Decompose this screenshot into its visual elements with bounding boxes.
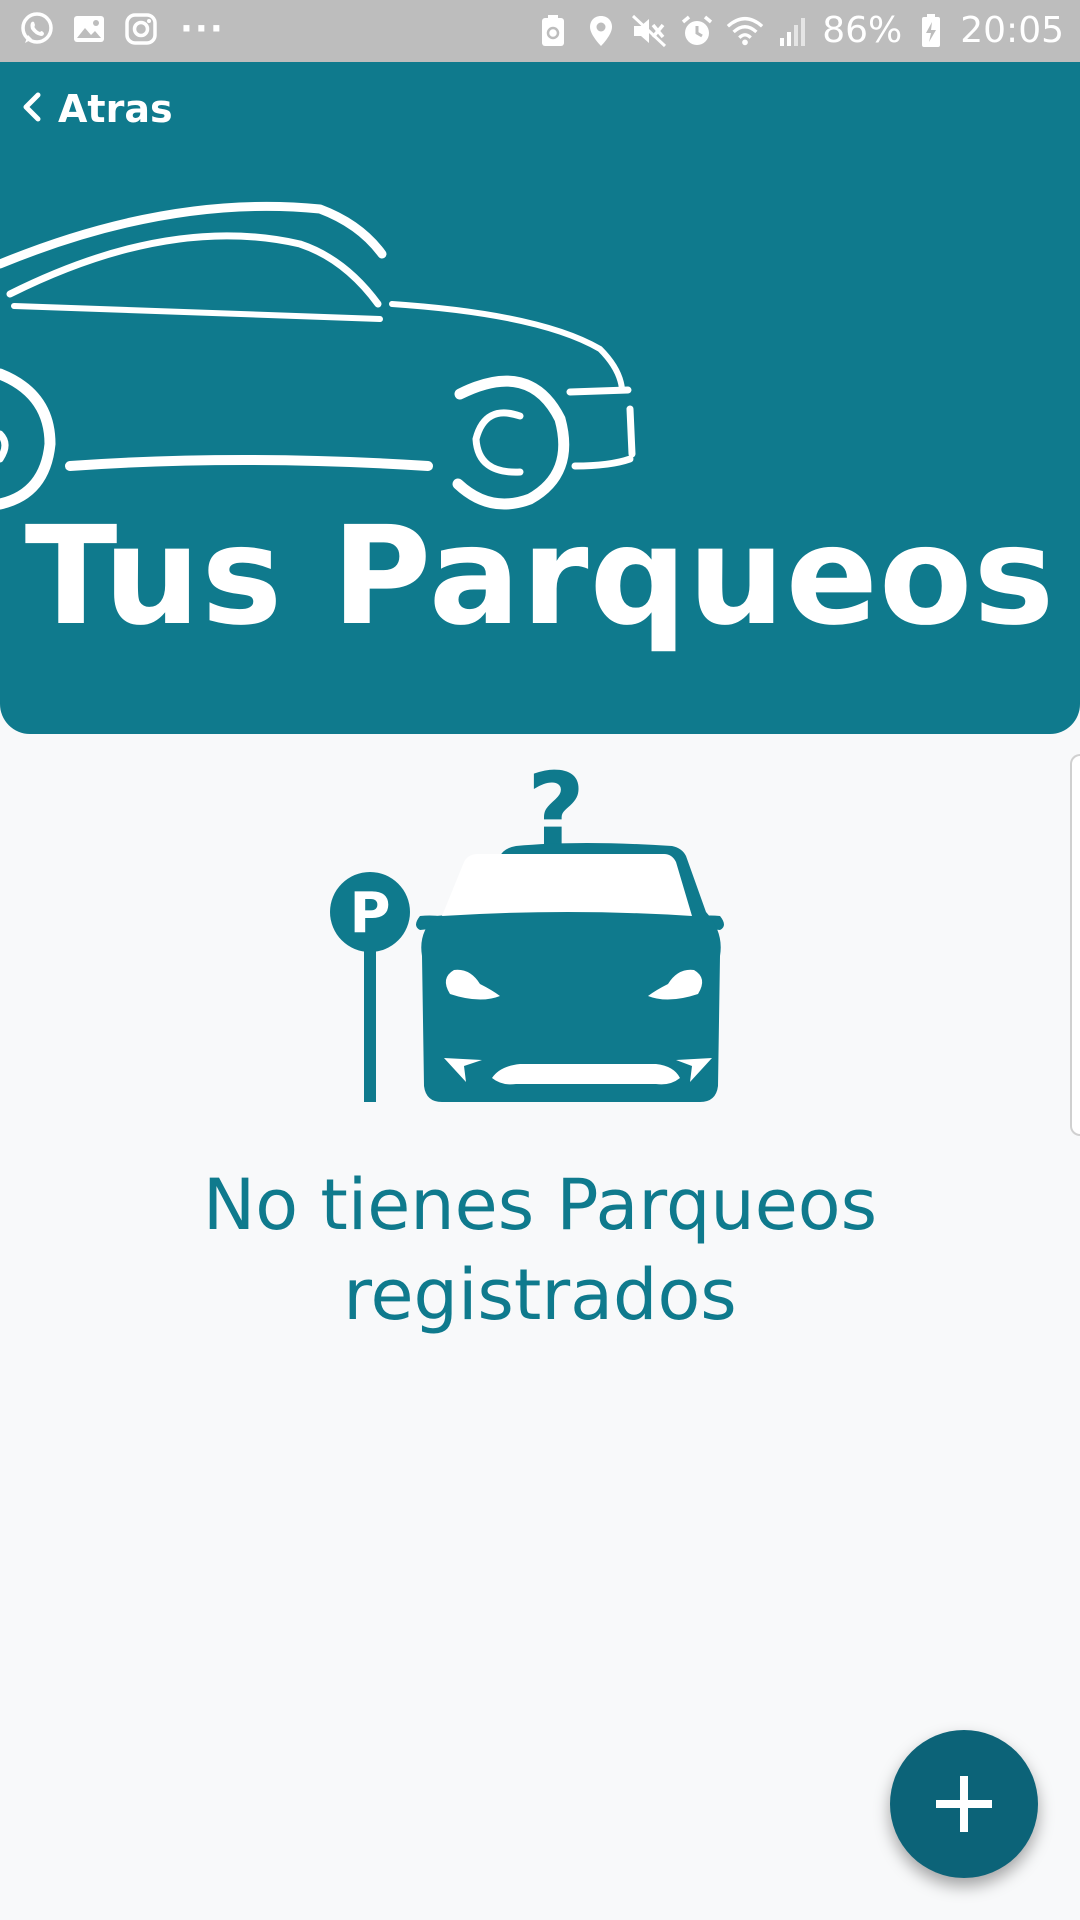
page-title: Tus Parqueos: [24, 498, 1056, 656]
system-icons: 86% 20:05: [534, 8, 1064, 54]
add-parking-button[interactable]: [890, 1730, 1038, 1878]
gallery-icon: [70, 10, 108, 48]
whatsapp-icon: [18, 10, 56, 48]
parking-car-question-icon: ? P: [330, 756, 724, 1102]
clock: 20:05: [960, 10, 1064, 51]
back-label: Atras: [58, 87, 173, 131]
mute-icon: [630, 12, 668, 50]
location-icon: [582, 12, 620, 50]
empty-state-message: No tienes Parqueos registrados: [0, 1160, 1080, 1340]
more-notifications-icon: ···: [180, 9, 225, 49]
plus-icon: [936, 1776, 992, 1832]
notification-icons: ···: [18, 10, 225, 48]
empty-state-line-1: No tienes Parqueos: [202, 1164, 878, 1246]
header-banner: Atras Tus Parqueos: [0, 62, 1080, 734]
signal-icon: [774, 12, 812, 50]
edge-panel-handle[interactable]: [1070, 754, 1080, 1136]
empty-state-line-2: registrados: [343, 1254, 737, 1336]
instagram-icon: [122, 10, 160, 48]
battery-percentage: 86%: [822, 10, 903, 51]
svg-text:P: P: [349, 881, 390, 946]
nfc-icon: [534, 12, 572, 50]
chevron-left-icon: [18, 89, 44, 129]
back-button[interactable]: Atras: [18, 84, 173, 134]
car-outline-icon: [0, 201, 636, 510]
alarm-icon: [678, 12, 716, 50]
wifi-icon: [726, 12, 764, 50]
battery-charging-icon: [912, 12, 950, 50]
status-bar: ··· 86% 20:05: [0, 0, 1080, 62]
